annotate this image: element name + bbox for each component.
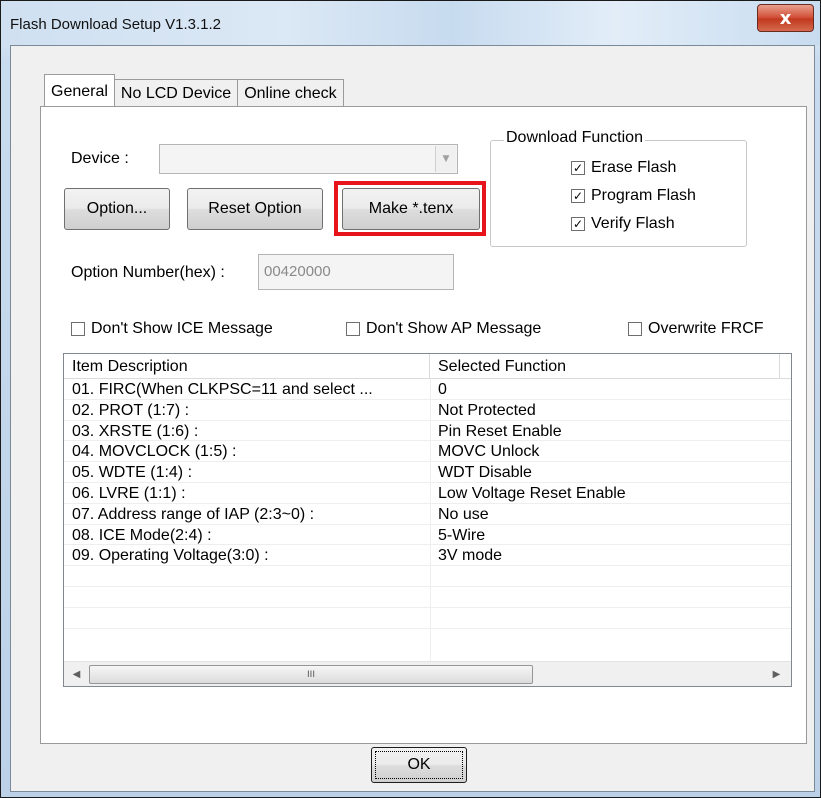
selected-function-cell[interactable]: WDT Disable [438, 464, 778, 482]
dialog-client-area: General No LCD Device Online check Devic… [10, 45, 815, 792]
table-row[interactable]: 08. ICE Mode(2:4) : 5-Wire [64, 525, 791, 546]
table-row[interactable]: 03. XRSTE (1:6) : Pin Reset Enable [64, 421, 791, 442]
verify-flash-checkbox[interactable]: ✓ Verify Flash [571, 215, 675, 233]
dont-show-ap-label: Don't Show AP Message [366, 320, 542, 337]
table-row [64, 587, 791, 608]
selected-function-cell[interactable]: No use [438, 506, 778, 524]
selected-function-cell[interactable]: 5-Wire [438, 527, 778, 545]
item-description-cell: 02. PROT (1:7) : [72, 401, 190, 419]
checkbox-checked-icon: ✓ [571, 161, 585, 175]
item-description-cell: 04. MOVCLOCK (1:5) : [72, 443, 237, 461]
device-label: Device : [71, 150, 129, 167]
option-number-field[interactable]: 00420000 [258, 254, 454, 290]
chevron-down-icon[interactable]: ▼ [435, 146, 456, 172]
horizontal-scrollbar[interactable]: ◀ III ▶ [64, 661, 791, 686]
program-flash-checkbox[interactable]: ✓ Program Flash [571, 187, 696, 205]
overwrite-frcf-checkbox[interactable]: Overwrite FRCF [628, 320, 764, 338]
list-header: Item Description Selected Function [64, 354, 791, 379]
selected-function-cell[interactable]: Pin Reset Enable [438, 423, 778, 441]
column-header-selected-function[interactable]: Selected Function [430, 354, 780, 378]
dont-show-ice-checkbox[interactable]: Don't Show ICE Message [71, 320, 273, 338]
dont-show-ice-label: Don't Show ICE Message [91, 320, 273, 337]
checkbox-checked-icon: ✓ [571, 189, 585, 203]
program-flash-label: Program Flash [591, 187, 696, 204]
reset-option-button[interactable]: Reset Option [187, 188, 323, 230]
table-row[interactable]: 01. FIRC(When CLKPSC=11 and select ... 0 [64, 379, 791, 400]
table-row[interactable]: 06. LVRE (1:1) : Low Voltage Reset Enable [64, 483, 791, 504]
option-button[interactable]: Option... [64, 188, 170, 230]
option-list[interactable]: Item Description Selected Function 01. F… [63, 353, 792, 687]
item-description-cell: 06. LVRE (1:1) : [72, 484, 186, 502]
general-tab-panel: Device : ▼ Option... Reset Option Make *… [40, 106, 807, 744]
device-dropdown[interactable]: ▼ [159, 144, 458, 174]
close-icon: x [779, 7, 792, 29]
tab-general[interactable]: General [44, 74, 115, 108]
erase-flash-checkbox[interactable]: ✓ Erase Flash [571, 159, 676, 177]
item-description-cell: 05. WDTE (1:4) : [72, 464, 193, 482]
item-description-cell: 07. Address range of IAP (2:3~0) : [72, 505, 315, 523]
table-row[interactable]: 02. PROT (1:7) : Not Protected [64, 400, 791, 421]
tab-online-check[interactable]: Online check [238, 79, 344, 108]
table-row[interactable]: 04. MOVCLOCK (1:5) : MOVC Unlock [64, 441, 791, 463]
item-description-cell: 01. FIRC(When CLKPSC=11 and select ... [72, 381, 373, 398]
checkbox-checked-icon: ✓ [571, 217, 585, 231]
checkbox-unchecked-icon [628, 322, 642, 336]
item-description-cell: 03. XRSTE (1:6) : [72, 422, 199, 440]
list-body: 01. FIRC(When CLKPSC=11 and select ... 0 0… [64, 379, 791, 629]
selected-function-cell[interactable]: MOVC Unlock [438, 443, 778, 461]
dialog-window: Flash Download Setup V1.3.1.2 x General … [0, 0, 821, 798]
window-title: Flash Download Setup V1.3.1.2 [10, 16, 221, 33]
highlight-box [334, 181, 486, 236]
checkbox-unchecked-icon [346, 322, 360, 336]
item-description-cell: 09. Operating Voltage(3:0) : [72, 547, 269, 565]
selected-function-cell[interactable]: Low Voltage Reset Enable [438, 485, 778, 503]
grip-icon: III [307, 669, 315, 680]
tab-strip: General No LCD Device Online check [44, 72, 344, 108]
overwrite-frcf-label: Overwrite FRCF [648, 320, 764, 337]
erase-flash-label: Erase Flash [591, 159, 677, 176]
close-button[interactable]: x [757, 4, 814, 32]
download-function-title: Download Function [504, 129, 645, 147]
dont-show-ap-checkbox[interactable]: Don't Show AP Message [346, 320, 541, 338]
table-row[interactable]: 07. Address range of IAP (2:3~0) : No use [64, 504, 791, 525]
ok-button[interactable]: OK [371, 747, 467, 783]
column-header-item-description[interactable]: Item Description [64, 354, 430, 378]
checkbox-unchecked-icon [71, 322, 85, 336]
table-row[interactable]: 09. Operating Voltage(3:0) : 3V mode [64, 545, 791, 567]
table-row[interactable]: 05. WDTE (1:4) : WDT Disable [64, 462, 791, 483]
tab-no-lcd-device[interactable]: No LCD Device [114, 79, 239, 108]
selected-function-cell[interactable]: Not Protected [438, 402, 778, 420]
item-description-cell: 08. ICE Mode(2:4) : [72, 526, 212, 544]
selected-function-cell[interactable]: 0 [438, 381, 778, 399]
scroll-thumb[interactable]: III [89, 665, 533, 684]
scroll-left-icon[interactable]: ◀ [68, 666, 85, 682]
table-row [64, 566, 791, 587]
table-row [64, 608, 791, 629]
scroll-right-icon[interactable]: ▶ [768, 666, 785, 682]
title-bar[interactable]: Flash Download Setup V1.3.1.2 x [1, 1, 820, 45]
verify-flash-label: Verify Flash [591, 215, 675, 232]
ok-button-label: OK [375, 751, 463, 779]
option-number-label: Option Number(hex) : [71, 264, 225, 281]
selected-function-cell[interactable]: 3V mode [438, 547, 778, 565]
